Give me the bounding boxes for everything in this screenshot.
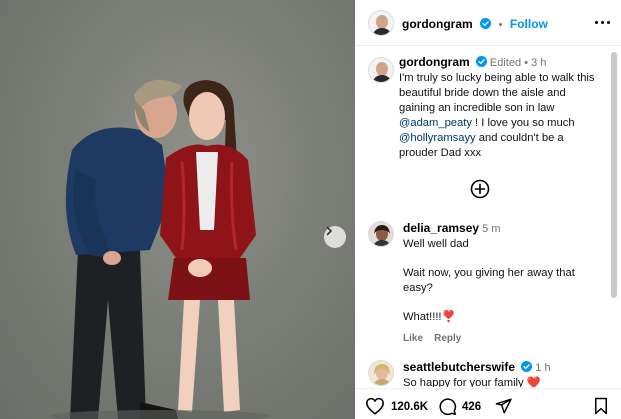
more-options-icon[interactable] <box>593 15 613 29</box>
caption-text-part: ! I love you so much <box>471 117 575 129</box>
comments-scroll-area[interactable]: gordongram Edited • 3 h I'm truly so luc… <box>355 47 621 387</box>
caption-author-avatar[interactable] <box>368 57 394 83</box>
comment-item: delia_ramsey 5 m Well well dad Wait now,… <box>403 221 603 346</box>
comment-line: Wait now, you giving her away that easy? <box>403 267 575 294</box>
verified-badge-icon <box>475 56 487 67</box>
caption-meta-row: gordongram Edited • 3 h <box>399 55 604 71</box>
header-dot-separator: • <box>498 19 503 31</box>
avatar-image <box>369 222 393 246</box>
follow-button[interactable]: Follow <box>510 17 548 31</box>
comment-header: seattlebutcherswife 1 h <box>403 360 603 376</box>
mention-link[interactable]: @hollyramsayy <box>399 132 476 144</box>
carousel-next-button[interactable] <box>324 226 346 248</box>
more-dot <box>595 21 598 24</box>
add-circle-glyph <box>470 179 490 199</box>
more-dot <box>607 21 610 24</box>
send-icon[interactable] <box>494 397 513 415</box>
heart-icon[interactable] <box>365 397 385 415</box>
like-count[interactable]: 120.6K <box>391 401 428 413</box>
comment-actions: Like Reply <box>403 331 603 346</box>
author-avatar[interactable] <box>368 10 394 36</box>
commenter-avatar[interactable] <box>368 360 394 386</box>
comment-line: Well well dad <box>403 238 469 250</box>
header-user-row: gordongram • Follow <box>402 15 548 33</box>
caption-edited-label: Edited <box>489 57 522 69</box>
comment-line: So happy for your family ❤️ <box>403 377 541 387</box>
more-dot <box>601 21 604 24</box>
caption-text-part: I'm truly so lucky being able to walk th… <box>399 72 595 114</box>
caption-username[interactable]: gordongram <box>399 55 470 69</box>
comment-bubble-icon[interactable] <box>438 397 457 416</box>
avatar-image <box>369 11 393 35</box>
comment-username[interactable]: delia_ramsey <box>403 221 479 235</box>
commenter-avatar[interactable] <box>368 221 394 247</box>
bookmark-icon[interactable] <box>593 397 609 415</box>
add-circle-icon[interactable] <box>470 179 490 199</box>
comment-item: seattlebutcherswife 1 h So happy for you… <box>403 360 603 387</box>
comment-username[interactable]: seattlebutcherswife <box>403 360 515 374</box>
post-header: gordongram • Follow <box>355 0 621 46</box>
post-caption: gordongram Edited • 3 h I'm truly so luc… <box>399 55 604 161</box>
header-username[interactable]: gordongram <box>402 17 473 31</box>
mention-link[interactable]: @adam_peaty <box>399 117 472 129</box>
chevron-right-icon <box>326 226 333 236</box>
avatar-image <box>369 361 393 385</box>
post-photo[interactable] <box>0 0 355 419</box>
caption-text: I'm truly so lucky being able to walk th… <box>399 71 604 161</box>
comment-timestamp[interactable]: 1 h <box>535 362 550 374</box>
scrollbar-thumb[interactable] <box>611 52 617 298</box>
comment-header: delia_ramsey 5 m <box>403 221 603 237</box>
verified-badge-icon <box>521 361 533 372</box>
comment-timestamp[interactable]: 5 m <box>482 223 500 235</box>
comment-line: What!!!!❣️ <box>403 311 456 323</box>
post-actions-bar: 120.6K 426 <box>355 388 621 419</box>
comment-count[interactable]: 426 <box>462 401 481 413</box>
caption-separator: • <box>524 57 529 69</box>
comment-like-button[interactable]: Like <box>403 333 423 344</box>
avatar-image <box>369 58 393 82</box>
photo-illustration <box>50 79 270 419</box>
verified-badge-icon <box>480 18 492 29</box>
post-detail-pane: gordongram • Follow gordongram Edited • … <box>355 0 621 419</box>
caption-timestamp[interactable]: 3 h <box>531 57 546 69</box>
comment-reply-button[interactable]: Reply <box>434 333 461 344</box>
